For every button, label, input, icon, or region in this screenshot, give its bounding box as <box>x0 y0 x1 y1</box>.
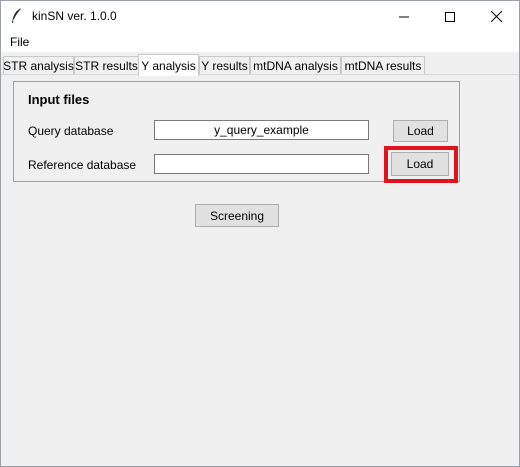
reference-database-label: Reference database <box>28 158 137 172</box>
query-database-label: Query database <box>28 124 114 138</box>
query-database-input[interactable] <box>154 120 369 140</box>
app-window: kinSN ver. 1.0.0 File STR analysis STR r… <box>0 0 520 467</box>
screening-button[interactable]: Screening <box>195 204 279 227</box>
tab-mtdna-results[interactable]: mtDNA results <box>341 56 425 75</box>
query-load-button[interactable]: Load <box>393 120 448 142</box>
tab-str-results[interactable]: STR results <box>74 56 139 75</box>
close-icon <box>490 11 502 22</box>
tab-divider <box>1 74 519 75</box>
menu-file[interactable]: File <box>9 34 30 50</box>
tab-str-analysis[interactable]: STR analysis <box>3 56 74 75</box>
feather-icon <box>10 7 24 25</box>
tab-y-results[interactable]: Y results <box>199 56 250 75</box>
close-button[interactable] <box>473 1 519 32</box>
minimize-button[interactable] <box>381 1 427 32</box>
tab-strip: STR analysis STR results Y analysis Y re… <box>1 54 519 76</box>
tab-mtdna-analysis[interactable]: mtDNA analysis <box>250 56 341 75</box>
maximize-button[interactable] <box>427 1 473 32</box>
title-bar: kinSN ver. 1.0.0 <box>1 1 519 32</box>
reference-load-button[interactable]: Load <box>391 152 449 176</box>
reference-database-input[interactable] <box>154 154 369 174</box>
window-title: kinSN ver. 1.0.0 <box>32 9 117 23</box>
menu-bar: File <box>1 32 519 52</box>
maximize-icon <box>445 11 455 22</box>
minimize-icon <box>399 12 409 22</box>
tab-y-analysis[interactable]: Y analysis <box>138 54 199 76</box>
group-title: Input files <box>28 92 90 107</box>
